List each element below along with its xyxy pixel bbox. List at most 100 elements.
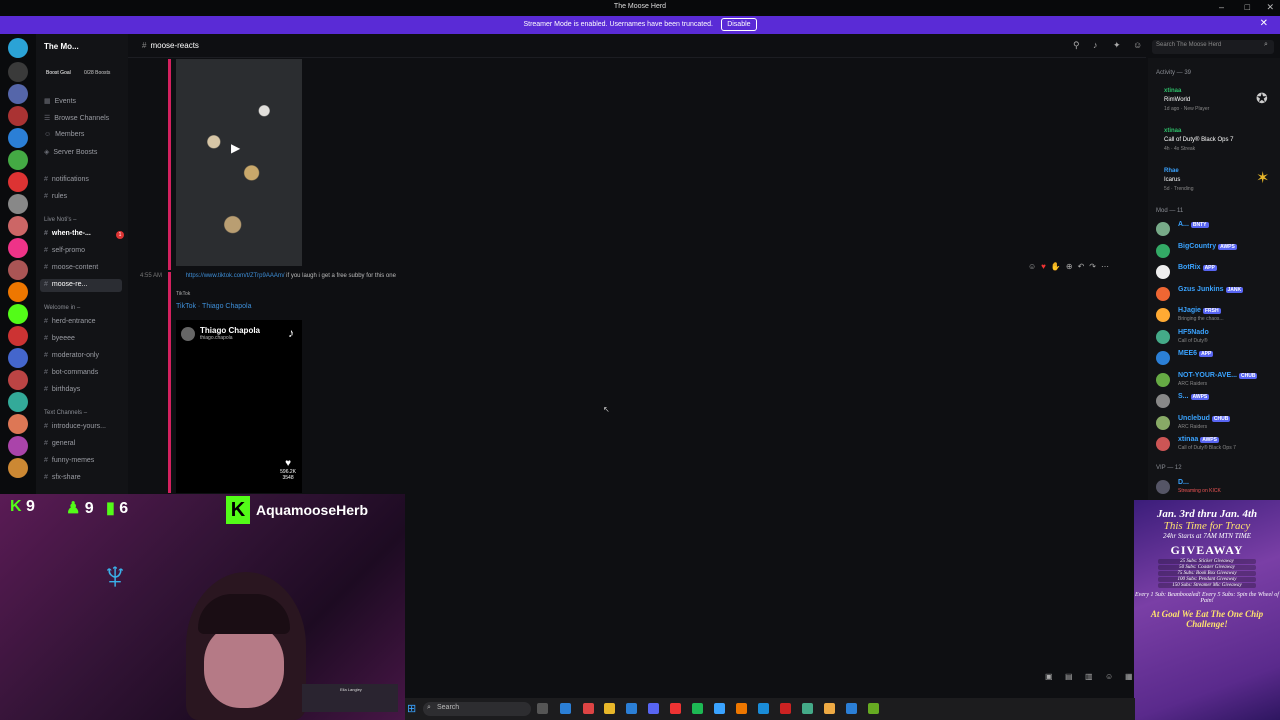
server-icon[interactable] (8, 304, 28, 324)
emoji-icon[interactable]: ☺ (1105, 672, 1113, 681)
server-icon[interactable] (8, 150, 28, 170)
server-icon[interactable] (8, 458, 28, 478)
member-item[interactable]: A... BNTY (1156, 220, 1280, 240)
server-icon[interactable] (8, 282, 28, 302)
category-welcome-in[interactable]: Welcome in – (44, 305, 80, 311)
member-item[interactable]: xtinaa AWPS Call of Duty® Black Ops 7 (1156, 435, 1280, 455)
server-icon[interactable] (8, 238, 28, 258)
server-icon[interactable] (8, 84, 28, 104)
tiktok-embed-video[interactable]: Thiago Chapola thiago.chapola ♪ ♥ 596.2K 3… (176, 320, 302, 493)
server-icon[interactable] (8, 62, 28, 82)
channel-moose-content[interactable]: # moose-content (44, 264, 98, 271)
channel-notifications[interactable]: # notifications (44, 176, 89, 183)
more-icon[interactable]: ⋯ (1101, 262, 1109, 271)
channel-sfx-share[interactable]: # sfx-share (44, 474, 81, 481)
pray-reaction-icon[interactable]: ✋ (1051, 262, 1061, 271)
channel-self-promo[interactable]: # self-promo (44, 247, 85, 254)
obs-icon[interactable] (868, 703, 879, 714)
channel-birthdays[interactable]: # birthdays (44, 386, 80, 393)
server-icon[interactable] (8, 414, 28, 434)
member-item[interactable]: BotRix APP (1156, 263, 1280, 283)
server-icon[interactable] (8, 172, 28, 192)
server-icon[interactable] (8, 326, 28, 346)
reply-icon[interactable]: ↶ (1078, 262, 1085, 271)
server-icon[interactable] (8, 38, 28, 58)
server-icon[interactable] (8, 194, 28, 214)
message-composer[interactable]: ▣ ▤ ▥ ☺ ▦ (405, 664, 1145, 690)
spotify-icon[interactable] (692, 703, 703, 714)
gift-icon[interactable]: ▣ (1045, 672, 1053, 681)
channel-moderator-only[interactable]: # moderator-only (44, 352, 99, 359)
server-icon[interactable] (8, 348, 28, 368)
sidebar-item-server-boosts[interactable]: ◈ Server Boosts (44, 148, 97, 156)
category-live-notis[interactable]: Live Noti's – (44, 217, 77, 223)
server-icon[interactable] (8, 106, 28, 126)
member-item[interactable]: MEE6 APP (1156, 349, 1280, 369)
server-icon[interactable] (8, 436, 28, 456)
server-name[interactable]: The Mo... (44, 42, 79, 51)
channel-when-the[interactable]: # when-the-... (44, 230, 91, 237)
channel-rules[interactable]: # rules (44, 193, 67, 200)
edge-icon[interactable] (560, 703, 571, 714)
app-icon[interactable] (583, 703, 594, 714)
threads-icon[interactable]: ⚲ (1073, 40, 1080, 51)
member-item[interactable]: Unclebud CHUB ARC Raiders (1156, 414, 1280, 434)
category-text-channels[interactable]: Text Channels – (44, 410, 87, 416)
server-icon[interactable] (8, 128, 28, 148)
embed-title[interactable]: TikTok · Thiago Chapola (176, 303, 251, 310)
pin-icon[interactable]: ✦ (1113, 40, 1121, 51)
channel-introduce-yourself[interactable]: # introduce-yours... (44, 423, 106, 430)
tiktok-link[interactable]: https://www.tiktok.com/t/ZTrp9AAAm/ (186, 273, 285, 279)
channel-general[interactable]: # general (44, 440, 75, 447)
video-attachment[interactable]: ▶ (176, 59, 302, 266)
server-icon[interactable] (8, 392, 28, 412)
notification-bell-icon[interactable]: ♪ (1093, 40, 1098, 50)
app-icon[interactable] (802, 703, 813, 714)
taskview-icon[interactable] (537, 703, 548, 714)
channel-bot-commands[interactable]: # bot-commands (44, 369, 98, 376)
play-icon[interactable]: ▶ (231, 141, 240, 155)
server-icon[interactable] (8, 260, 28, 280)
member-list-icon[interactable]: ☺ (1133, 40, 1142, 50)
windows-start-icon[interactable]: ⊞ (407, 702, 416, 715)
channel-funny-memes[interactable]: # funny-memes (44, 457, 94, 464)
maximize-icon[interactable]: □ (1245, 2, 1250, 12)
store-icon[interactable] (626, 703, 637, 714)
apps-icon[interactable]: ▦ (1125, 672, 1133, 681)
member-item[interactable]: HF5Nado Call of Duty® (1156, 328, 1280, 348)
sidebar-item-events[interactable]: ▦ Events (44, 97, 76, 105)
minimize-icon[interactable]: – (1219, 2, 1224, 12)
app-icon[interactable] (736, 703, 747, 714)
app-icon[interactable] (846, 703, 857, 714)
disable-streamer-mode-button[interactable]: Disable (721, 18, 757, 31)
member-item[interactable]: BigCountry AWPS (1156, 242, 1280, 262)
member-item[interactable]: Gzus Junkins JANK (1156, 285, 1280, 305)
member-item[interactable]: S... AWPS (1156, 392, 1280, 412)
gif-icon[interactable]: ▤ (1065, 672, 1073, 681)
sidebar-item-browse-channels[interactable]: ☰ Browse Channels (44, 114, 109, 122)
app-icon[interactable] (670, 703, 681, 714)
member-item[interactable]: HJagie FRSH Bringing the chaos... (1156, 306, 1280, 326)
search-input[interactable]: Search The Moose Herd ⌕ (1152, 40, 1274, 54)
discord-icon[interactable] (648, 703, 659, 714)
chrome-icon[interactable] (824, 703, 835, 714)
add-reaction-icon[interactable]: ⊕ (1066, 262, 1073, 271)
activity-item[interactable]: xtinaa Call of Duty® Black Ops 7 4h · 4x… (1156, 128, 1276, 166)
server-icon[interactable] (8, 216, 28, 236)
sticker-icon[interactable]: ▥ (1085, 672, 1093, 681)
member-item[interactable]: NOT-YOUR-AVE... CHUB ARC Raiders (1156, 371, 1280, 391)
app-icon[interactable] (758, 703, 769, 714)
app-icon[interactable] (780, 703, 791, 714)
channel-herd-entrance[interactable]: # herd-entrance (44, 318, 96, 325)
close-window-icon[interactable]: ✕ (1266, 2, 1274, 13)
activity-item[interactable]: xtinaa RimWorld 1d ago · New Player ✪ (1156, 88, 1276, 126)
sidebar-item-members[interactable]: ☺ Members (44, 131, 84, 138)
steam-icon[interactable] (714, 703, 725, 714)
close-banner-icon[interactable]: ✕ (1260, 18, 1268, 29)
channel-moose-reacts[interactable]: # moose-re... (44, 281, 87, 288)
activity-item[interactable]: Rhae Icarus 5d · Trending ✶ (1156, 168, 1276, 206)
forward-icon[interactable]: ↷ (1089, 262, 1096, 271)
taskbar-search[interactable]: Search ⌕ (423, 702, 531, 716)
channel-byeeee[interactable]: # byeeee (44, 335, 75, 342)
file-explorer-icon[interactable] (604, 703, 615, 714)
